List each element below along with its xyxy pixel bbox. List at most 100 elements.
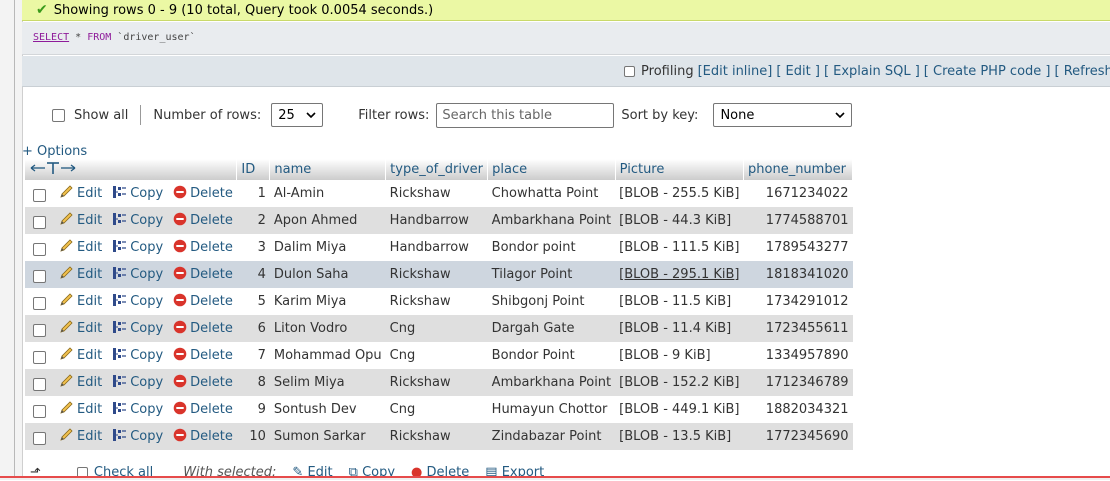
cell-picture-blob[interactable]: [BLOB - 11.4 KiB] [615,315,744,342]
row-checkbox[interactable] [33,350,46,364]
row-delete-button[interactable]: Delete [173,239,233,257]
row-delete-button[interactable]: Delete [173,320,233,338]
row-edit-button[interactable]: Edit [59,427,102,446]
cell-picture-blob[interactable]: [BLOB - 255.5 KiB] [615,180,744,207]
row-checkbox[interactable] [33,377,46,391]
delete-icon [173,320,190,338]
row-edit-button[interactable]: Edit [59,238,102,257]
row-checkbox[interactable] [33,431,46,445]
row-delete-button[interactable]: Delete [173,347,233,365]
row-delete-button[interactable]: Delete [173,401,233,419]
notice-text: Showing rows 0 - 9 (10 total, Query took… [53,2,434,18]
row-copy-button[interactable]: Copy [112,401,163,419]
row-checkbox[interactable] [33,323,46,337]
row-copy-button[interactable]: Copy [112,239,163,257]
cell-type-of-driver: Rickshaw [385,288,488,315]
cell-name: Al-Amin [269,180,386,207]
row-edit-button[interactable]: Edit [59,373,102,392]
column-resize-handle[interactable] [25,159,238,180]
row-delete-button[interactable]: Delete [173,266,233,284]
pencil-icon [59,265,77,284]
pencil-icon [59,292,77,311]
delete-icon [173,239,190,257]
row-delete-button[interactable]: Delete [173,428,233,446]
row-edit-button[interactable]: Edit [59,211,102,230]
table-row[interactable]: Edit Copy Delete 8 Selim Miya Rickshaw Ambarkh… [25,369,853,396]
column-header-type-of-driver[interactable]: type_of_driver [385,159,489,180]
column-arrows-icon [30,161,76,174]
sql-query-box[interactable]: SELECT * FROM `driver_user` [22,22,1110,55]
row-delete-button[interactable]: Delete [173,185,233,203]
row-checkbox[interactable] [33,296,46,310]
row-copy-button[interactable]: Copy [112,185,163,203]
row-copy-button[interactable]: Copy [112,374,163,392]
cell-id: 10 [236,423,270,450]
cell-picture-blob[interactable]: [BLOB - 111.5 KiB] [615,234,744,261]
cell-id: 2 [236,207,270,234]
row-checkbox[interactable] [33,404,46,418]
profiling-checkbox[interactable] [624,65,636,77]
cell-picture-blob[interactable]: [BLOB - 152.2 KiB] [615,369,744,396]
row-delete-button[interactable]: Delete [173,374,233,392]
row-checkbox[interactable] [33,215,46,229]
cell-place: Humayun Chottor [487,396,616,423]
row-copy-button[interactable]: Copy [112,212,163,230]
row-actions: Edit Copy Delete [25,207,237,234]
cell-id: 8 [236,369,270,396]
table-row[interactable]: Edit Copy Delete 3 Dalim Miya Handbarrow Bondo… [25,234,853,261]
cell-name: Sontush Dev [269,396,386,423]
cell-id: 1 [236,180,270,207]
column-header-name[interactable]: name [269,159,387,180]
column-header-id[interactable]: ID [236,159,271,180]
row-copy-button[interactable]: Copy [112,347,163,365]
cell-phone-number: 1712346789 [743,369,853,396]
number-of-rows-select[interactable]: 25 [271,103,324,127]
row-copy-button[interactable]: Copy [112,266,163,284]
cell-picture-blob[interactable]: [BLOB - 449.1 KiB] [615,396,744,423]
row-edit-button[interactable]: Edit [59,319,102,338]
cell-picture-blob[interactable]: [BLOB - 13.5 KiB] [615,423,744,450]
row-copy-button[interactable]: Copy [112,293,163,311]
navigation-bar: Show all Number of rows: 25 Filter rows:… [52,100,853,130]
row-copy-button[interactable]: Copy [112,320,163,338]
row-delete-button[interactable]: Delete [173,293,233,311]
edit-inline-link[interactable]: [Edit inline] [698,64,773,79]
cell-picture-blob[interactable]: [BLOB - 44.3 KiB] [615,207,744,234]
cell-picture-blob[interactable]: [BLOB - 11.5 KiB] [615,288,744,315]
filter-rows-input[interactable]: Search this table [436,102,615,128]
cell-picture-blob[interactable]: [BLOB - 295.1 KiB] [615,261,744,288]
table-header: ID name type_of_driver place Picture pho… [25,159,854,180]
column-header-place[interactable]: place [487,159,616,180]
row-edit-button[interactable]: Edit [59,346,102,365]
options-link[interactable]: + Options [22,144,87,159]
refresh-link[interactable]: [ Refresh ] [1054,64,1110,79]
row-edit-button[interactable]: Edit [59,292,102,311]
sql-select-keyword[interactable]: SELECT [33,32,69,43]
row-checkbox[interactable] [33,242,46,256]
row-edit-button[interactable]: Edit [59,265,102,284]
row-edit-button[interactable]: Edit [59,400,102,419]
table-row[interactable]: Edit Copy Delete 9 Sontush Dev Cng Humayun Cho… [25,396,853,423]
cell-picture-blob[interactable]: [BLOB - 9 KiB] [615,342,744,369]
row-checkbox[interactable] [33,269,46,283]
row-checkbox[interactable] [33,188,46,202]
table-row[interactable]: Edit Copy Delete 5 Karim Miya Rickshaw Shibgon… [25,288,853,315]
table-row[interactable]: Edit Copy Delete 7 Mohammad Opu Cng Bondor Poi… [25,342,853,369]
table-row[interactable]: Edit Copy Delete 6 Liton Vodro Cng Dargah Gate… [25,315,853,342]
table-row[interactable]: Edit Copy Delete 1 Al-Amin Rickshaw Chowhatta … [25,180,853,207]
edit-link[interactable]: [ Edit ] [776,64,820,79]
column-header-phone-number[interactable]: phone_number [743,159,854,180]
cell-phone-number: 1818341020 [743,261,853,288]
create-php-code-link[interactable]: [ Create PHP code ] [924,64,1051,79]
explain-sql-link[interactable]: [ Explain SQL ] [824,64,920,79]
column-header-picture[interactable]: Picture [615,159,745,180]
sort-by-key-select[interactable]: None [713,103,853,127]
cell-place: Bondor point [487,234,616,261]
row-copy-button[interactable]: Copy [112,428,163,446]
row-delete-button[interactable]: Delete [173,212,233,230]
table-row[interactable]: Edit Copy Delete 4 Dulon Saha Rickshaw Tilagor… [25,261,853,288]
show-all-checkbox[interactable] [52,108,65,122]
table-row[interactable]: Edit Copy Delete 10 Sumon Sarkar Rickshaw Zind… [25,423,853,450]
table-row[interactable]: Edit Copy Delete 2 Apon Ahmed Handbarrow Ambar… [25,207,853,234]
row-edit-button[interactable]: Edit [59,184,102,203]
